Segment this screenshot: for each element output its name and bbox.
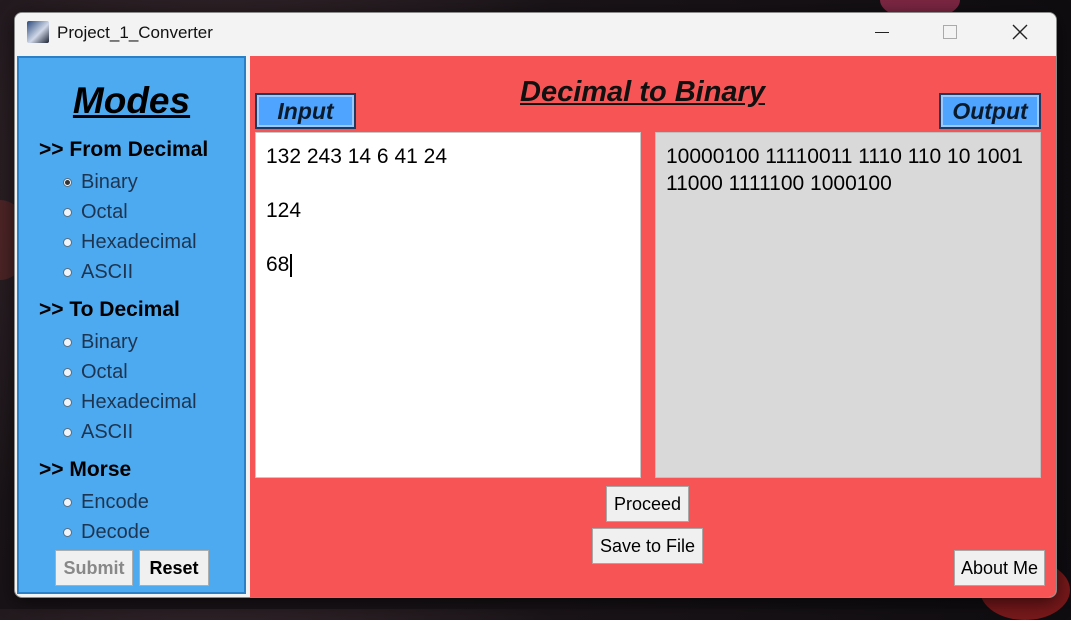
close-icon <box>1012 24 1028 40</box>
radio-icon <box>63 338 72 347</box>
converter-panel: Decimal to Binary Input Output 132 243 1… <box>250 56 1056 597</box>
modes-title: Modes <box>72 80 191 121</box>
about-me-button[interactable]: About Me <box>954 550 1045 586</box>
input-line <box>266 224 630 251</box>
maximize-icon <box>943 25 957 39</box>
close-button[interactable] <box>985 13 1055 51</box>
radio-to-decimal-ascii[interactable]: ASCII <box>63 421 133 444</box>
radio-icon <box>63 428 72 437</box>
radio-label: ASCII <box>81 421 134 443</box>
radio-to-decimal-hexadecimal[interactable]: Hexadecimal <box>63 391 197 414</box>
minimize-button[interactable] <box>847 13 917 51</box>
radio-label: Octal <box>81 361 128 383</box>
radio-icon <box>63 398 72 407</box>
radio-morse-decode[interactable]: Decode <box>63 521 150 544</box>
input-line-text: 68 <box>266 253 290 276</box>
reset-button[interactable]: Reset <box>139 550 209 586</box>
input-line <box>266 170 630 197</box>
maximize-button[interactable] <box>915 13 985 51</box>
input-textarea[interactable]: 132 243 14 6 41 24 124 68 <box>255 132 641 478</box>
input-line: 132 243 14 6 41 24 <box>266 145 448 168</box>
app-icon <box>27 21 49 43</box>
radio-label: Encode <box>81 491 149 513</box>
input-label: Input <box>255 93 356 129</box>
radio-icon <box>63 208 72 217</box>
radio-label: Octal <box>81 201 128 223</box>
section-from-decimal: >> From Decimal <box>39 138 209 161</box>
section-to-decimal: >> To Decimal <box>39 298 180 321</box>
radio-from-decimal-octal[interactable]: Octal <box>63 201 128 224</box>
radio-to-decimal-octal[interactable]: Octal <box>63 361 128 384</box>
minimize-icon <box>875 31 889 33</box>
radio-icon <box>63 498 72 507</box>
radio-icon <box>63 368 72 377</box>
radio-label: ASCII <box>81 261 134 283</box>
radio-icon <box>63 268 72 277</box>
output-label: Output <box>939 93 1041 129</box>
save-to-file-button[interactable]: Save to File <box>592 528 703 564</box>
input-line: 124 <box>266 199 302 222</box>
output-text: 10000100 11110011 1110 110 10 1001 11000… <box>666 145 1023 195</box>
submit-button[interactable]: Submit <box>55 550 133 586</box>
radio-label: Binary <box>81 171 138 193</box>
radio-morse-encode[interactable]: Encode <box>63 491 149 514</box>
radio-from-decimal-ascii[interactable]: ASCII <box>63 261 133 284</box>
modes-sidebar: Modes >> From Decimal Binary Octal Hexad… <box>17 56 246 594</box>
radio-label: Hexadecimal <box>81 231 197 253</box>
radio-checked-icon <box>63 178 72 187</box>
radio-icon <box>63 528 72 537</box>
text-caret <box>290 253 293 277</box>
input-line-last: 68 <box>266 251 630 278</box>
section-morse: >> Morse <box>39 458 132 481</box>
radio-label: Hexadecimal <box>81 391 197 413</box>
output-textarea[interactable]: 10000100 11110011 1110 110 10 1001 11000… <box>655 132 1041 478</box>
title-bar[interactable]: Project_1_Converter <box>15 13 1056 55</box>
radio-icon <box>63 238 72 247</box>
radio-to-decimal-binary[interactable]: Binary <box>63 331 138 354</box>
proceed-button[interactable]: Proceed <box>606 486 689 522</box>
window-title: Project_1_Converter <box>57 23 213 42</box>
app-window: Project_1_Converter Modes >> From Decima… <box>14 12 1057 598</box>
radio-from-decimal-binary[interactable]: Binary <box>63 171 138 194</box>
radio-label: Binary <box>81 331 138 353</box>
mode-title: Decimal to Binary <box>520 76 765 108</box>
radio-from-decimal-hexadecimal[interactable]: Hexadecimal <box>63 231 197 254</box>
radio-label: Decode <box>81 521 150 543</box>
